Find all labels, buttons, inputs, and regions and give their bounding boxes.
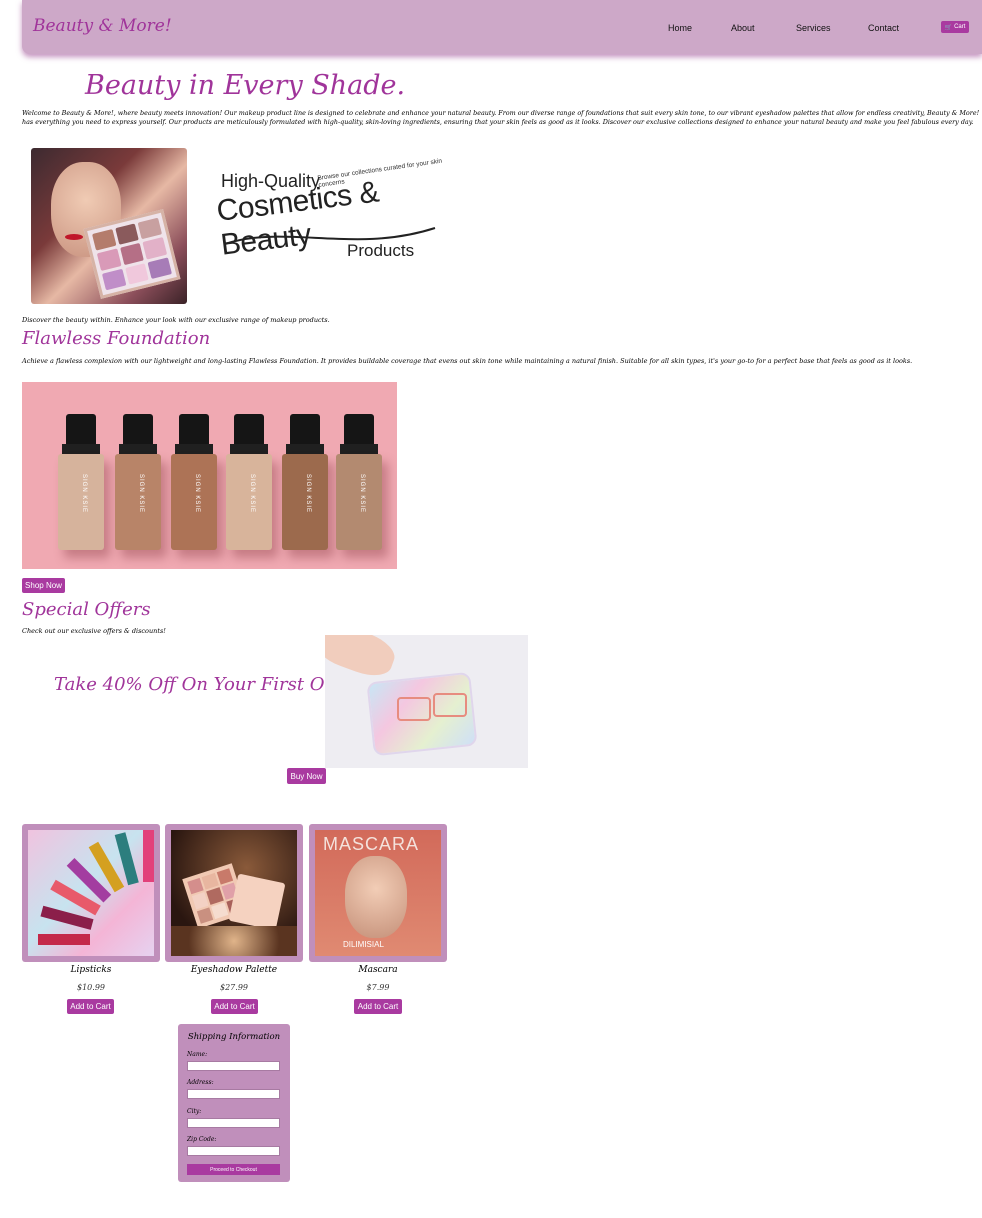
product-price: $10.99 [77, 983, 105, 992]
cart-label: Cart [954, 24, 966, 30]
intro-text: Welcome to Beauty & More!, where beauty … [22, 109, 980, 126]
product-name: Lipsticks [70, 965, 112, 975]
buy-now-button[interactable]: Buy Now [287, 768, 326, 784]
lash-box [433, 693, 467, 717]
add-to-cart-button[interactable]: Add to Cart [67, 999, 114, 1014]
discover-text: Discover the beauty within. Enhance your… [22, 316, 330, 324]
makeup-bag-image [325, 635, 528, 768]
lipsticks-fan [38, 830, 154, 945]
offer-headline: Take 40% Off On Your First Order! [54, 674, 372, 695]
foundation-title: Flawless Foundation [22, 328, 211, 349]
offers-title: Special Offers [22, 599, 151, 620]
cosmetics-logo: High-Quality Browse our collections cura… [215, 158, 445, 265]
nav-home[interactable]: Home [668, 23, 692, 33]
mascara-cover-bottom: DILIMISIAL [343, 940, 384, 949]
mascara-image: MASCARA DILIMISIAL [315, 830, 441, 956]
nav-about[interactable]: About [731, 23, 755, 33]
product-card-eyeshadow[interactable] [165, 824, 303, 962]
product-name: Mascara [358, 965, 398, 975]
hand-shape [325, 635, 400, 683]
nav-services[interactable]: Services [796, 23, 831, 33]
lash-box [397, 697, 431, 721]
add-to-cart-button[interactable]: Add to Cart [211, 999, 258, 1014]
mascara-model-face [345, 856, 407, 938]
shipping-form: Shipping Information Name: Address: City… [178, 1024, 290, 1182]
shipping-title: Shipping Information [187, 1032, 281, 1042]
product-card-lipsticks[interactable] [22, 824, 160, 962]
foundation-bottle: SIGN KSIE [282, 414, 328, 554]
product-card-mascara[interactable]: MASCARA DILIMISIAL [309, 824, 447, 962]
offers-subtitle: Check out our exclusive offers & discoun… [22, 627, 166, 635]
product-name: Eyeshadow Palette [190, 965, 278, 975]
nav-contact[interactable]: Contact [868, 23, 899, 33]
model-lips [65, 234, 83, 240]
name-field[interactable] [187, 1061, 280, 1071]
foundation-bottle: SIGN KSIE [58, 414, 104, 554]
zip-field[interactable] [187, 1146, 280, 1156]
eyeshadow-image [171, 830, 297, 956]
address-label: Address: [187, 1079, 214, 1086]
name-label: Name: [187, 1051, 208, 1058]
site-header: Beauty & More! Home About Services Conta… [22, 0, 982, 54]
lipsticks-image [28, 830, 154, 956]
foundation-text: Achieve a flawless complexion with our l… [22, 357, 913, 365]
checkout-button[interactable]: Proceed to Checkout [187, 1164, 280, 1175]
foundation-bottle: SIGN KSIE [171, 414, 217, 554]
shop-now-button[interactable]: Shop Now [22, 578, 65, 593]
product-price: $7.99 [366, 983, 390, 992]
product-price: $27.99 [220, 983, 248, 992]
foundation-image: SIGN KSIE SIGN KSIE SIGN KSIE SIGN KSIE … [22, 382, 397, 569]
foundation-bottle: SIGN KSIE [115, 414, 161, 554]
cart-button[interactable]: 🛒 Cart [941, 21, 969, 33]
hero-model-image [31, 148, 187, 304]
foundation-bottle: SIGN KSIE [226, 414, 272, 554]
city-field[interactable] [187, 1118, 280, 1128]
mascara-cover-title: MASCARA [323, 834, 420, 854]
foundation-bottle: SIGN KSIE [336, 414, 382, 554]
add-to-cart-button[interactable]: Add to Cart [354, 999, 402, 1014]
hero-title: Beauty in Every Shade. [85, 70, 406, 101]
city-label: City: [187, 1108, 202, 1115]
zip-label: Zip Code: [187, 1136, 217, 1143]
cart-icon: 🛒 [944, 24, 953, 31]
logo-line3: Products [347, 241, 415, 260]
brand-logo[interactable]: Beauty & More! [33, 16, 172, 36]
address-field[interactable] [187, 1089, 280, 1099]
